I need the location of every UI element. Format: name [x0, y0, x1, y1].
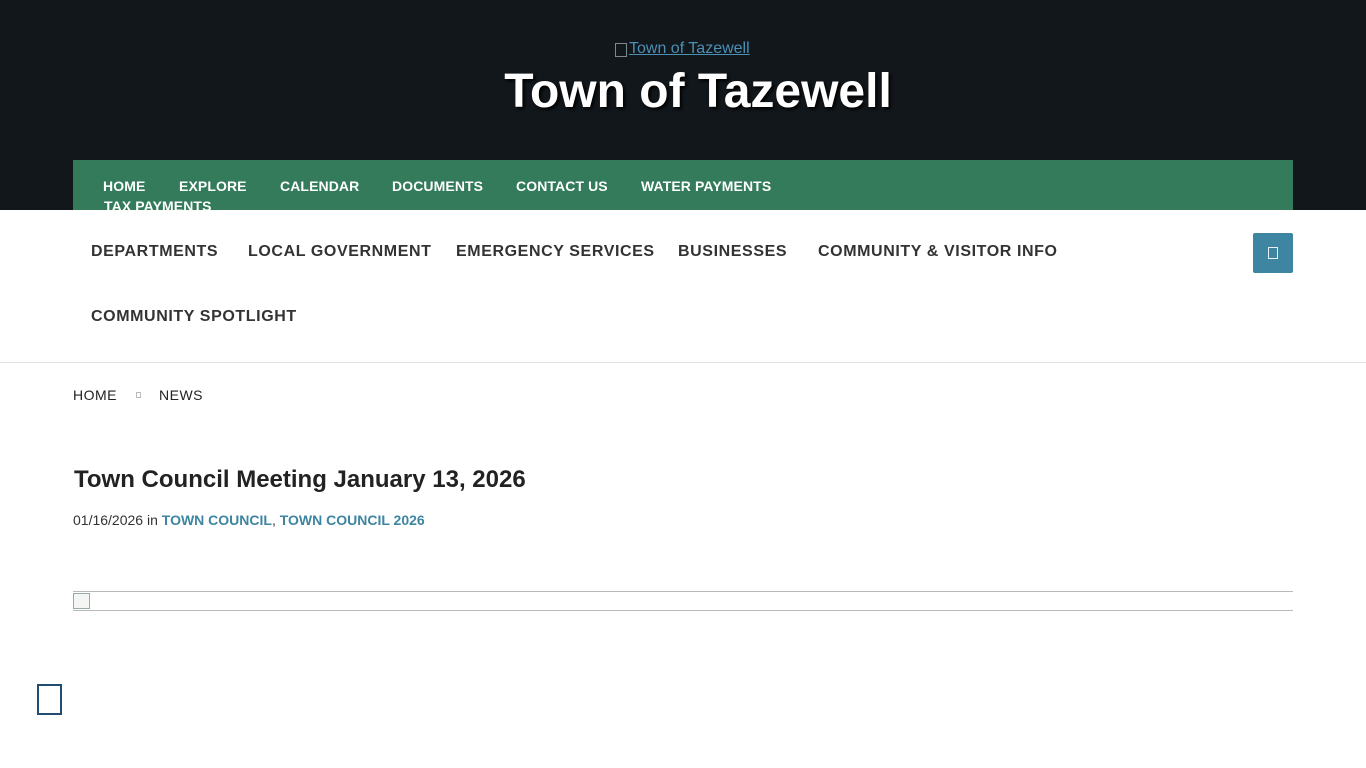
post-title: Town Council Meeting January 13, 2026 — [74, 466, 526, 493]
search-icon — [1268, 247, 1278, 259]
top-nav-explore[interactable]: EXPLORE — [179, 178, 247, 194]
breadcrumb-home[interactable]: HOME — [73, 387, 117, 403]
broken-image-icon — [73, 593, 90, 609]
top-nav-documents[interactable]: DOCUMENTS — [392, 178, 483, 194]
search-button[interactable] — [1253, 233, 1293, 273]
top-nav-water-payments[interactable]: WATER PAYMENTS — [641, 178, 771, 194]
category-link-town-council-2026[interactable]: TOWN COUNCIL 2026 — [280, 512, 425, 528]
breadcrumb-current: NEWS — [159, 387, 203, 403]
top-navigation: HOME EXPLORE CALENDAR DOCUMENTS CONTACT … — [73, 160, 1293, 210]
main-nav-community-spotlight[interactable]: COMMUNITY SPOTLIGHT — [91, 308, 297, 326]
main-nav-local-government[interactable]: LOCAL GOVERNMENT — [248, 243, 432, 261]
top-nav-contact-us[interactable]: CONTACT US — [516, 178, 608, 194]
top-nav-calendar[interactable]: CALENDAR — [280, 178, 359, 194]
top-nav-home[interactable]: HOME — [103, 178, 145, 194]
post-in-label: in — [146, 512, 158, 528]
top-nav-tax-payments[interactable]: TAX PAYMENTS — [104, 198, 212, 210]
breadcrumb-separator-icon — [136, 392, 141, 398]
broken-image-icon — [615, 43, 627, 57]
main-nav-businesses[interactable]: BUSINESSES — [678, 243, 787, 261]
site-title: Town of Tazewell — [504, 65, 892, 118]
breadcrumb: HOME NEWS — [73, 387, 203, 403]
post-image — [73, 591, 1293, 611]
post-date: 01/16/2026 — [73, 512, 144, 528]
main-nav-emergency-services[interactable]: EMERGENCY SERVICES — [456, 243, 655, 261]
site-logo-link[interactable]: Town of Tazewell — [615, 40, 750, 58]
site-header: Town of Tazewell Town of Tazewell HOME E… — [0, 0, 1366, 210]
main-nav-community-visitor-info[interactable]: COMMUNITY & VISITOR INFO — [818, 243, 1058, 261]
site-logo-alt-text: Town of Tazewell — [629, 40, 750, 57]
accessibility-button[interactable] — [37, 684, 62, 715]
category-separator: , — [271, 512, 276, 528]
category-link-town-council[interactable]: TOWN COUNCIL — [162, 512, 272, 528]
post-meta: 01/16/2026 in TOWN COUNCIL, TOWN COUNCIL… — [73, 512, 425, 528]
nav-divider — [0, 362, 1366, 363]
main-nav-departments[interactable]: DEPARTMENTS — [91, 243, 218, 261]
